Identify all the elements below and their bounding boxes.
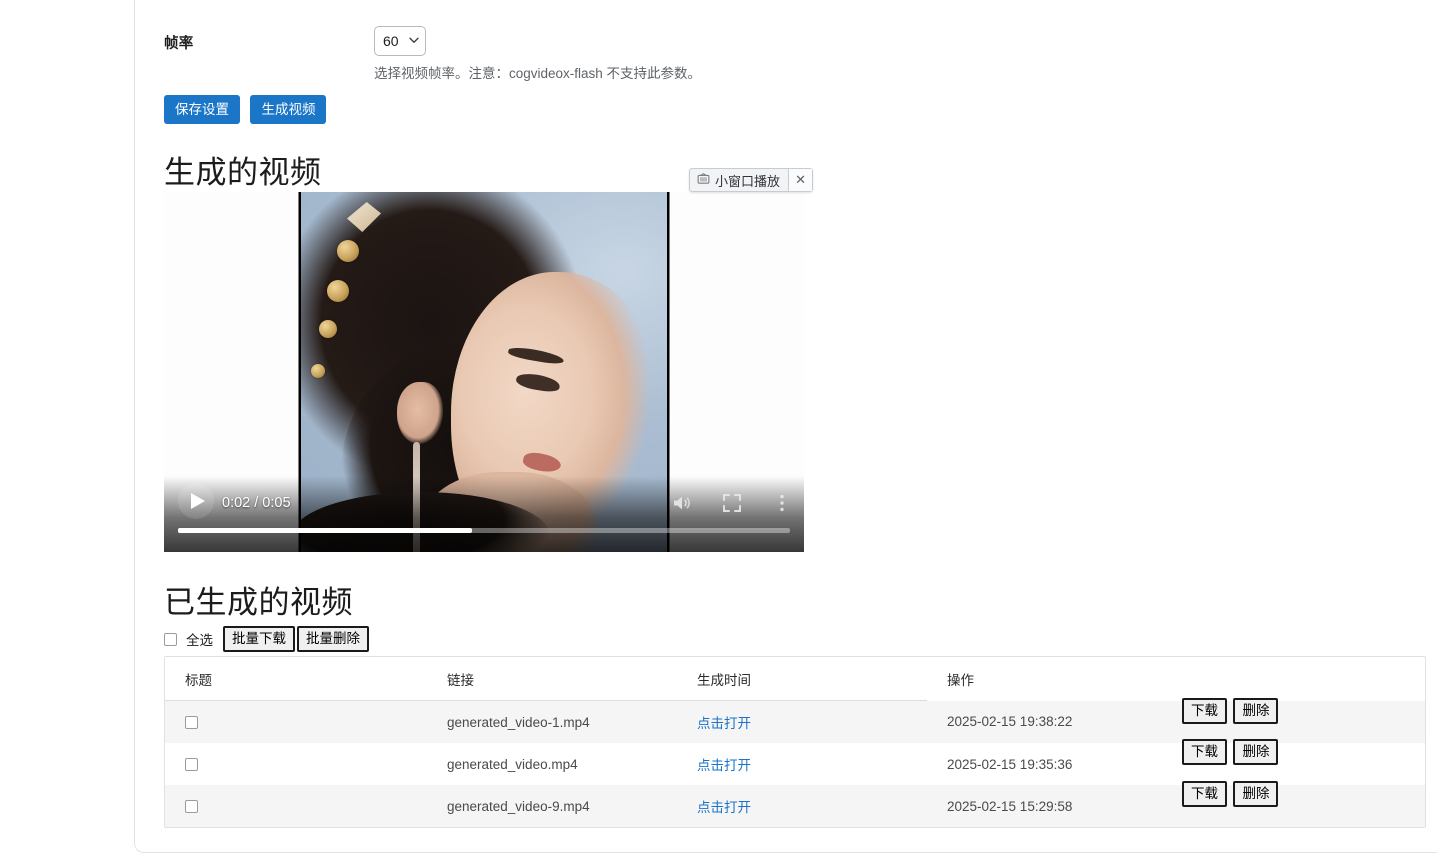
video-time-display: 0:02 / 0:05 [222,495,291,511]
frame-ornament [311,364,325,378]
framerate-label: 帧率 [164,32,193,53]
batch-download-button[interactable]: 批量下载 [223,626,295,652]
open-link[interactable]: 点击打开 [697,800,751,815]
batch-delete-button[interactable]: 批量删除 [297,626,369,652]
close-icon[interactable]: ✕ [788,169,812,191]
row-actions-1: 下载 删除 [1182,739,1278,765]
delete-button[interactable]: 删除 [1233,739,1278,765]
row-select-cell [165,785,427,827]
row-filename: generated_video-9.mp4 [427,785,677,827]
more-options-icon[interactable] [770,491,794,515]
download-button[interactable]: 下载 [1182,781,1227,807]
frame-ornament [327,280,349,302]
framerate-select[interactable]: 60 [374,26,426,56]
picture-in-picture-icon [697,173,710,188]
column-header-title: 标题 [165,657,427,701]
history-title: 已生成的视频 [164,577,353,622]
row-timestamp: 2025-02-15 19:35:36 [927,743,1426,785]
open-link[interactable]: 点击打开 [697,758,751,773]
delete-button[interactable]: 删除 [1233,698,1278,724]
row-checkbox[interactable] [185,758,198,771]
delete-button[interactable]: 删除 [1233,781,1278,807]
row-checkbox[interactable] [185,800,198,813]
pip-label-wrap: 小窗口播放 [690,169,788,191]
pip-toast[interactable]: 小窗口播放 ✕ [689,168,813,192]
play-button[interactable] [178,483,214,519]
column-header-link: 链接 [427,657,677,701]
download-button[interactable]: 下载 [1182,698,1227,724]
save-settings-button[interactable]: 保存设置 [164,95,240,124]
volume-icon[interactable] [670,491,694,515]
frame-ornament [337,240,359,262]
download-button[interactable]: 下载 [1182,739,1227,765]
framerate-help-text: 选择视频帧率。注意：cogvideox-flash 不支持此参数。 [374,62,701,82]
row-filename: generated_video.mp4 [427,743,677,785]
fullscreen-icon[interactable] [720,491,744,515]
row-filename: generated_video-1.mp4 [427,701,677,744]
row-actions-2: 下载 删除 [1182,781,1278,807]
video-progress-fill [178,528,472,533]
generated-video-title: 生成的视频 [164,147,322,192]
settings-action-buttons: 保存设置 生成视频 [164,95,332,124]
videos-table-head: 标题 链接 生成时间 操作 [165,657,1426,701]
play-icon [191,493,205,509]
select-all-label: 全选 [186,629,213,649]
pip-text: 小窗口播放 [715,171,780,190]
row-actions-0: 下载 删除 [1182,698,1278,724]
row-link-cell: 点击打开 [677,701,927,744]
column-header-time: 生成时间 [677,657,927,701]
video-player[interactable]: 0:02 / 0:05 [164,192,804,552]
row-checkbox[interactable] [185,716,198,729]
video-right-controls [670,491,794,515]
video-controls: 0:02 / 0:05 [164,476,804,552]
content-card: 帧率 60 选择视频帧率。注意：cogvideox-flash 不支持此参数。 … [134,0,1437,853]
generate-video-button[interactable]: 生成视频 [250,95,326,124]
page-root: 帧率 60 选择视频帧率。注意：cogvideox-flash 不支持此参数。 … [0,0,1437,856]
select-all-checkbox[interactable] [164,633,177,646]
row-select-cell [165,701,427,744]
row-select-cell [165,743,427,785]
open-link[interactable]: 点击打开 [697,716,751,731]
table-header-row: 标题 链接 生成时间 操作 [165,657,1426,701]
video-progress-bar[interactable] [178,528,790,533]
row-timestamp: 2025-02-15 19:38:22 [927,701,1426,744]
row-timestamp: 2025-02-15 15:29:58 [927,785,1426,827]
column-header-actions: 操作 [927,657,1426,701]
framerate-select-wrapper: 60 [374,26,426,56]
frame-ornament [319,320,337,338]
bulk-action-bar: 全选 批量下载 批量删除 [164,626,369,652]
row-link-cell: 点击打开 [677,785,927,827]
row-link-cell: 点击打开 [677,743,927,785]
